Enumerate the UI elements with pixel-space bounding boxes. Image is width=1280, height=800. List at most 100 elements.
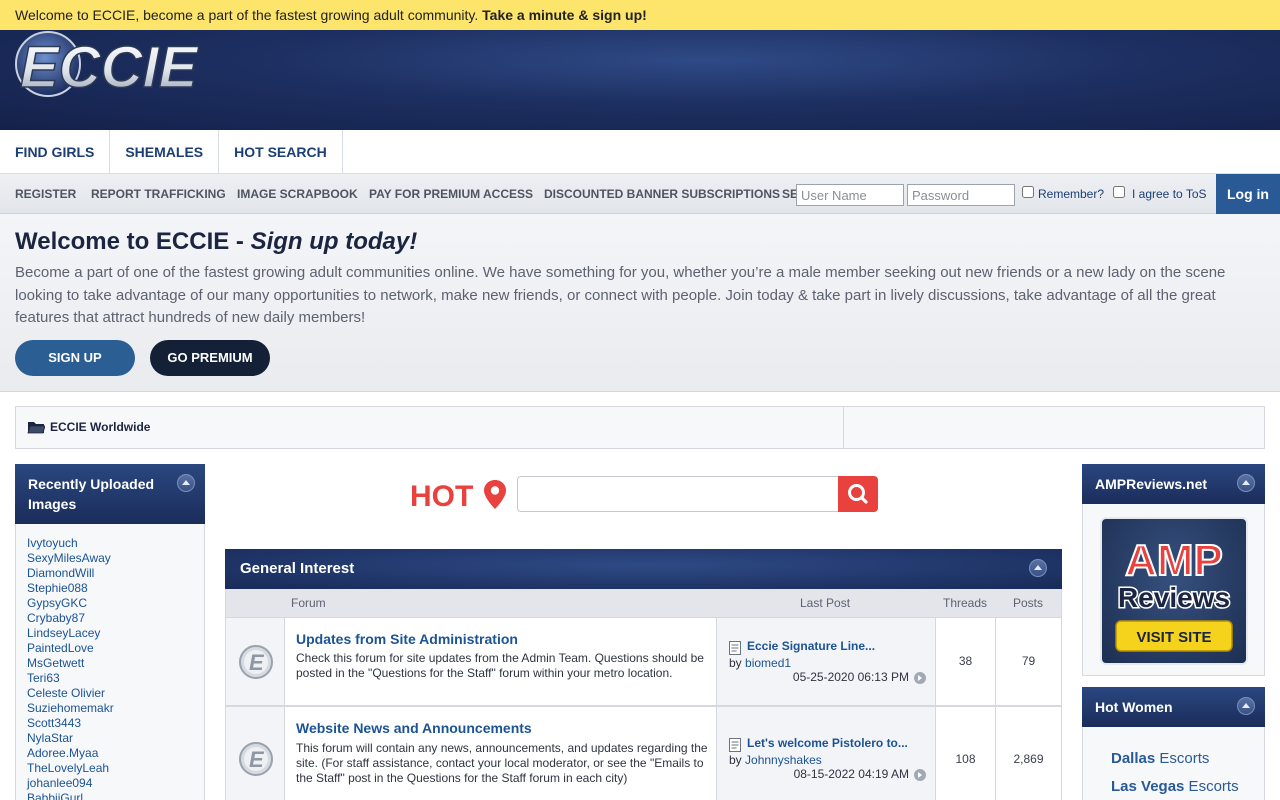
last-post-date: 08-15-2022 04:19 AM [793,767,909,781]
last-post-cell: Let's welcome Pistolero to... by Johnnys… [716,707,935,800]
signup-notice-bar: Welcome to ECCIE, become a part of the f… [0,0,1280,30]
forum-section-header: General Interest [225,549,1062,589]
forum-description: This forum will contain any news, announ… [296,741,708,785]
breadcrumb-eccie-worldwide[interactable]: ECCIE Worldwide [50,420,150,434]
forum-section-title[interactable]: General Interest [240,560,354,577]
forum-title-link[interactable]: Website News and Announcements [296,720,532,736]
hot-women-collapse-icon[interactable] [1237,697,1255,715]
notice-text: Welcome to ECCIE, become a part of the f… [15,7,483,23]
login-button[interactable]: Log in [1216,174,1280,214]
hot-logo: HOT [410,480,506,512]
search-icon [848,484,868,504]
forum-column-headers: Forum Last Post Threads Posts [225,589,1062,617]
go-to-last-post-icon[interactable] [914,672,926,684]
password-input[interactable] [907,184,1015,206]
subnav-report-trafficking[interactable]: REPORT TRAFFICKING [91,174,226,213]
posts-count: 2,869 [995,707,1061,800]
recent-images-list: Ivytoyuch SexyMilesAway DiamondWill Step… [15,524,205,800]
last-post-title-link[interactable]: Let's welcome Pistolero to... [747,736,908,750]
tos-checkbox[interactable] [1113,186,1125,198]
recent-user-link[interactable]: Stephie088 [27,581,204,596]
username-input[interactable] [796,184,904,206]
remember-label: Remember? [1038,187,1105,201]
forum-status-icon: E [239,645,273,679]
svg-text:AMP: AMP [1125,536,1223,585]
col-forum: Forum [291,596,326,610]
svg-text:HOT: HOT [410,480,473,512]
recent-user-link[interactable]: DiamondWill [27,566,204,581]
site-header: ECCIE [0,30,1280,130]
svg-text:E: E [249,650,265,675]
last-post-cell: Eccie Signature Line... by biomed1 05-25… [716,618,935,705]
col-threads: Threads [943,596,988,610]
recent-user-link[interactable]: Celeste Olivier [27,686,204,701]
forum-title-link[interactable]: Updates from Site Administration [296,631,518,647]
amp-reviews-ad-banner[interactable]: AMP Reviews VISIT SITE [1100,517,1248,665]
go-to-last-post-icon[interactable] [914,769,926,781]
welcome-section: Welcome to ECCIE - Sign up today! Become… [0,214,1280,392]
recent-user-link[interactable]: MsGetwett [27,656,204,671]
nav-shemales[interactable]: SHEMALES [110,130,220,174]
svg-text:VISIT SITE: VISIT SITE [1136,629,1211,646]
recent-user-link[interactable]: johanlee094 [27,776,204,791]
sign-up-button[interactable]: SIGN UP [15,340,135,376]
welcome-title: Welcome to ECCIE - Sign up today! [15,228,418,255]
recent-user-link[interactable]: Adoree.Myaa [27,746,204,761]
eccie-logo[interactable]: ECCIE [14,30,200,98]
hot-women-link-dallas[interactable]: Dallas Escorts [1111,750,1209,767]
threads-count: 108 [935,707,995,800]
hot-women-title[interactable]: Hot Women [1095,699,1173,715]
tos-label: I agree to ToS [1132,187,1207,201]
recent-user-link[interactable]: Ivytoyuch [27,536,204,551]
forum-row: E Updates from Site Administration Check… [225,617,1062,706]
svg-text:Reviews: Reviews [1118,582,1230,613]
col-last-post: Last Post [800,596,851,610]
nav-find-girls[interactable]: FIND GIRLS [0,130,111,174]
amp-reviews-title[interactable]: AMPReviews.net [1095,476,1207,492]
last-post-date: 05-25-2020 06:13 PM [792,670,909,684]
hot-women-link-las-vegas[interactable]: Las Vegas Escorts [1111,778,1239,795]
breadcrumb-divider [843,407,844,448]
remember-checkbox[interactable] [1022,186,1034,198]
subnav-discounted-banner[interactable]: DISCOUNTED BANNER SUBSCRIPTIONS [544,174,780,213]
forum-section-collapse-icon[interactable] [1029,559,1047,577]
forum-status-cell: E [226,618,285,705]
last-post-user-link[interactable]: Johnnyshakes [745,753,822,767]
recent-user-link[interactable]: SexyMilesAway [27,551,204,566]
posts-count: 79 [995,618,1061,705]
breadcrumb: ECCIE Worldwide [15,406,1265,449]
recent-images-collapse-icon[interactable] [177,474,195,492]
notice-signup-link[interactable]: Take a minute & sign up! [482,7,647,23]
hot-search-button[interactable] [838,476,878,512]
go-premium-button[interactable]: GO PREMIUM [150,340,270,376]
recent-user-link[interactable]: LindseyLacey [27,626,204,641]
subnav-image-scrapbook[interactable]: IMAGE SCRAPBOOK [237,174,358,213]
forum-status-icon: E [239,742,273,776]
forum-row: E Website News and Announcements This fo… [225,706,1062,800]
main-nav: FIND GIRLS SHEMALES HOT SEARCH [0,130,1280,174]
hot-search-input[interactable] [517,476,839,512]
subnav-pay-premium[interactable]: PAY FOR PREMIUM ACCESS [369,174,533,213]
nav-hot-search[interactable]: HOT SEARCH [219,130,343,174]
recent-user-link[interactable]: Suziehomemakr [27,701,204,716]
welcome-body: Become a part of one of the fastest grow… [15,264,1226,326]
last-post-by: by biomed1 [729,656,792,670]
recent-user-link[interactable]: Teri63 [27,671,204,686]
svg-text:ECCIE: ECCIE [20,35,200,98]
last-post-user-link[interactable]: biomed1 [745,656,791,670]
recent-user-link[interactable]: TheLovelyLeah [27,761,204,776]
thread-icon [729,738,741,752]
recent-user-link[interactable]: Crybaby87 [27,611,204,626]
recent-images-title: Recently Uploaded Images [28,476,155,512]
subnav-register[interactable]: REGISTER [15,174,76,213]
recent-user-link[interactable]: NylaStar [27,731,204,746]
folder-icon [27,422,45,434]
last-post-title-link[interactable]: Eccie Signature Line... [747,639,875,653]
forum-description: Check this forum for site updates from t… [296,651,704,680]
recent-user-link[interactable]: PaintedLove [27,641,204,656]
recent-user-link[interactable]: BabbiiGurl [27,791,204,800]
recent-user-link[interactable]: GypsyGKC [27,596,204,611]
recent-user-link[interactable]: Scott3443 [27,716,204,731]
amp-reviews-collapse-icon[interactable] [1237,474,1255,492]
last-post-by: by Johnnyshakes [729,753,822,767]
